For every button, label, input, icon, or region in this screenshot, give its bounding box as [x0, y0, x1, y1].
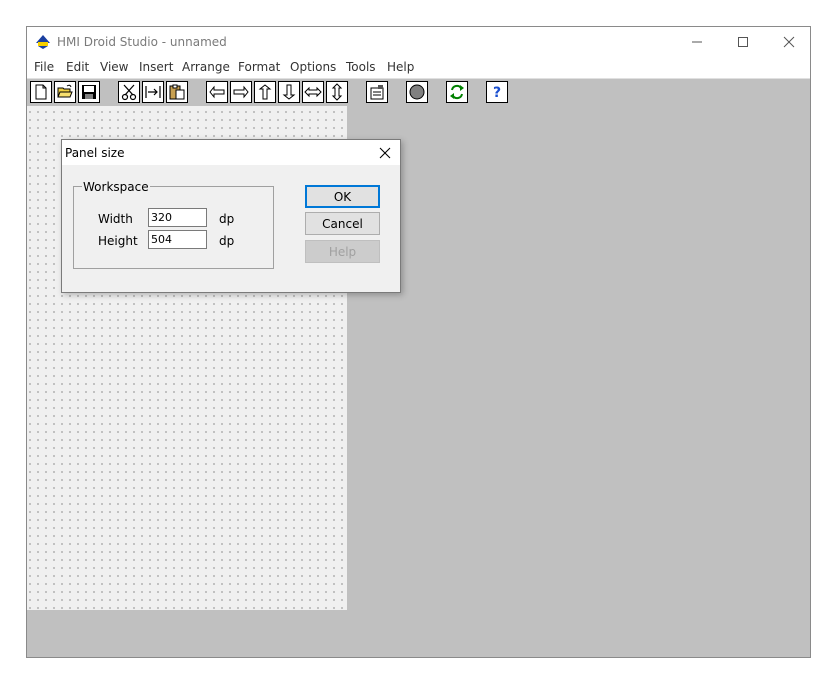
align-left-button[interactable]	[206, 81, 228, 103]
paste-clipboard-icon	[169, 84, 185, 100]
help-dialog-button: Help	[305, 240, 380, 263]
workspace-group	[73, 186, 274, 269]
cut-scissors-icon	[121, 84, 137, 101]
copy-button[interactable]	[142, 81, 164, 103]
new-button[interactable]	[30, 81, 52, 103]
help-question-icon: ?	[493, 85, 501, 101]
help-button[interactable]: ?	[486, 81, 508, 103]
center-horizontal-button[interactable]	[302, 81, 324, 103]
minimize-icon	[692, 41, 702, 43]
align-left-icon	[209, 85, 225, 99]
menu-edit[interactable]: Edit	[66, 60, 89, 74]
main-window: HMI Droid Studio - unnamed File Edit Vie…	[26, 26, 811, 658]
width-unit: dp	[219, 212, 235, 226]
new-document-icon	[35, 84, 47, 100]
center-vertical-button[interactable]	[326, 81, 348, 103]
refresh-button[interactable]	[446, 81, 468, 103]
close-icon	[783, 36, 795, 48]
app-logo-icon	[35, 34, 51, 50]
center-horizontal-icon	[304, 86, 322, 98]
dialog-title: Panel size	[65, 146, 125, 160]
copy-icon	[145, 86, 161, 98]
menu-options[interactable]: Options	[290, 60, 336, 74]
height-unit: dp	[219, 234, 235, 248]
properties-icon	[370, 85, 384, 100]
ok-button[interactable]: OK	[305, 185, 380, 208]
properties-button[interactable]	[366, 81, 388, 103]
cancel-button[interactable]: Cancel	[305, 212, 380, 235]
height-label: Height	[98, 234, 138, 248]
paste-button[interactable]	[166, 81, 188, 103]
save-button[interactable]	[78, 81, 100, 103]
width-label: Width	[98, 212, 133, 226]
align-top-icon	[258, 84, 272, 100]
menu-arrange[interactable]: Arrange	[182, 60, 230, 74]
menu-format[interactable]: Format	[238, 60, 280, 74]
title-bar[interactable]: HMI Droid Studio - unnamed	[27, 27, 810, 57]
align-top-button[interactable]	[254, 81, 276, 103]
run-button[interactable]	[406, 81, 428, 103]
open-button[interactable]	[54, 81, 76, 103]
workspace-group-label: Workspace	[82, 180, 150, 194]
panel-size-dialog: Panel size Workspace Width 320 dp Height…	[61, 139, 401, 293]
menu-tools[interactable]: Tools	[346, 60, 376, 74]
run-circle-icon	[409, 84, 425, 100]
menu-file[interactable]: File	[34, 60, 54, 74]
save-disk-icon	[82, 85, 96, 99]
menu-view[interactable]: View	[100, 60, 128, 74]
menu-help[interactable]: Help	[387, 60, 414, 74]
open-folder-icon	[57, 84, 73, 98]
menu-insert[interactable]: Insert	[139, 60, 173, 74]
close-button[interactable]	[766, 27, 810, 57]
cut-button[interactable]	[118, 81, 140, 103]
refresh-arrows-icon	[450, 84, 464, 100]
svg-text:?: ?	[493, 85, 501, 101]
minimize-button[interactable]	[674, 27, 720, 57]
toolbar: ?	[27, 78, 810, 106]
close-icon	[379, 147, 391, 158]
dialog-title-bar[interactable]: Panel size	[62, 140, 400, 165]
height-input[interactable]: 504	[148, 230, 207, 249]
align-bottom-button[interactable]	[278, 81, 300, 103]
dialog-close-button[interactable]	[372, 141, 398, 164]
align-right-icon	[233, 85, 249, 99]
center-vertical-icon	[331, 83, 343, 101]
maximize-icon	[738, 37, 748, 47]
align-right-button[interactable]	[230, 81, 252, 103]
align-bottom-icon	[282, 84, 296, 100]
width-input[interactable]: 320	[148, 208, 207, 227]
menu-bar: File Edit View Insert Arrange Format Opt…	[27, 57, 810, 77]
maximize-button[interactable]	[720, 27, 766, 57]
window-title: HMI Droid Studio - unnamed	[57, 35, 227, 49]
